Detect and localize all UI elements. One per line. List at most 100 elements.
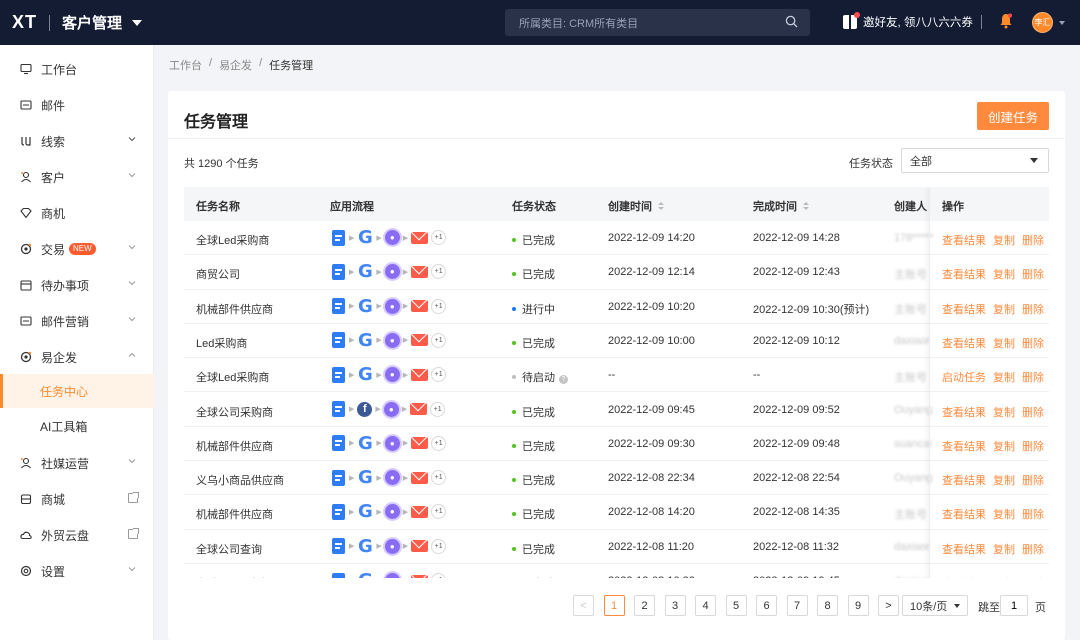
delete-link[interactable]: 删除 [1022, 269, 1044, 281]
status-filter-select[interactable]: 全部 [901, 148, 1049, 173]
sidebar-item-leads[interactable]: 线索 [0, 124, 154, 158]
user-avatar[interactable]: 李汇 [1032, 12, 1053, 33]
external-link-icon[interactable] [128, 492, 139, 503]
sidebar-item-trade[interactable]: 交易 NEW [0, 232, 154, 266]
page-button[interactable]: 1 [603, 595, 625, 616]
delete-link[interactable]: 删除 [1022, 338, 1044, 350]
bell-icon[interactable] [1000, 13, 1012, 29]
sidebar-item-ai-toolbox[interactable]: AI工具箱 [0, 409, 154, 443]
task-name[interactable]: 全球Led采购商 [196, 232, 269, 248]
col-finished[interactable]: 完成时间 [753, 198, 809, 214]
copy-link[interactable]: 复制 [993, 235, 1015, 247]
page-size-select[interactable]: 10条/页 [902, 595, 968, 616]
breadcrumb-item[interactable]: 工作台 [169, 57, 202, 73]
next-page-button[interactable]: > [878, 595, 899, 616]
sidebar-item-task-center[interactable]: 任务中心 [0, 374, 154, 408]
delete-link[interactable]: 删除 [1022, 372, 1044, 384]
sort-icon[interactable] [658, 202, 664, 210]
sidebar-item-customer[interactable]: 客户 [0, 160, 154, 194]
view-result-link[interactable]: 查看结果 [942, 235, 986, 247]
task-name[interactable]: 义乌小商品供应商 [196, 472, 284, 488]
view-result-link[interactable]: 查看结果 [942, 407, 986, 419]
delete-link[interactable]: 删除 [1022, 509, 1044, 521]
view-result-link[interactable]: 查看结果 [942, 304, 986, 316]
sidebar-item-shop[interactable]: 商城 [0, 482, 154, 516]
more-apps-badge[interactable]: +1 [431, 573, 447, 578]
more-apps-badge[interactable]: +1 [431, 367, 447, 383]
sidebar-item-yiqifa[interactable]: 易企发 [0, 340, 154, 374]
delete-link[interactable]: 删除 [1022, 441, 1044, 453]
search-icon[interactable] [785, 15, 798, 28]
more-apps-badge[interactable]: +1 [431, 264, 447, 280]
delete-link[interactable]: 删除 [1022, 304, 1044, 316]
page-button[interactable]: 4 [695, 595, 716, 616]
sort-icon[interactable] [803, 202, 809, 210]
breadcrumb-item[interactable]: 易企发 [219, 57, 252, 73]
view-result-link[interactable]: 查看结果 [942, 338, 986, 350]
delete-link[interactable]: 删除 [1022, 475, 1044, 487]
more-apps-badge[interactable]: +1 [431, 538, 447, 554]
sidebar-item-workbench[interactable]: 工作台 [0, 52, 154, 86]
task-name[interactable]: Led采购商 [196, 335, 247, 351]
more-apps-badge[interactable]: +1 [431, 504, 447, 520]
more-apps-badge[interactable]: +1 [431, 435, 447, 451]
sidebar-item-mail-marketing[interactable]: 邮件营销 [0, 304, 154, 338]
delete-link[interactable]: 删除 [1022, 407, 1044, 419]
copy-link[interactable]: 复制 [993, 269, 1015, 281]
copy-link[interactable]: 复制 [993, 338, 1015, 350]
page-button[interactable]: 5 [725, 595, 747, 616]
task-name[interactable]: 全球Led采购商 [196, 575, 269, 578]
view-result-link[interactable]: 查看结果 [942, 544, 986, 556]
page-button[interactable]: 6 [756, 595, 777, 616]
view-result-link[interactable]: 查看结果 [942, 441, 986, 453]
page-button[interactable]: 9 [847, 595, 869, 616]
view-result-link[interactable]: 查看结果 [942, 509, 986, 521]
delete-link[interactable]: 删除 [1022, 235, 1044, 247]
sidebar-item-todo[interactable]: 待办事项 [0, 268, 154, 302]
sidebar-item-opportunity[interactable]: 商机 [0, 196, 154, 230]
sidebar-item-cloud-drive[interactable]: 外贸云盘 [0, 518, 154, 552]
page-button[interactable]: 2 [634, 595, 655, 616]
sidebar-item-mail[interactable]: 邮件 [0, 88, 154, 122]
task-name[interactable]: 机械部件供应商 [196, 438, 273, 454]
jump-page-input[interactable] [1000, 595, 1028, 616]
sidebar-item-social[interactable]: 社媒运营 [0, 446, 154, 480]
task-name[interactable]: 商贸公司 [196, 266, 240, 282]
external-link-icon[interactable] [128, 528, 139, 539]
create-task-button[interactable]: 创建任务 [977, 102, 1049, 130]
table-row: 全球公司采购商 ▶ f ▶ ● ▶ +1 已完成 2022-12-09 09:45 2022-12… [184, 393, 1049, 427]
delete-link[interactable]: 删除 [1022, 544, 1044, 556]
page-button[interactable]: 7 [786, 595, 808, 616]
task-name[interactable]: 机械部件供应商 [196, 301, 273, 317]
task-name[interactable]: 机械部件供应商 [196, 506, 273, 522]
copy-link[interactable]: 复制 [993, 304, 1015, 316]
more-apps-badge[interactable]: +1 [431, 332, 447, 348]
view-result-link[interactable]: 查看结果 [942, 475, 986, 487]
sidebar-item-settings[interactable]: 设置 [0, 554, 154, 588]
app-logo[interactable]: XT [12, 12, 37, 33]
copy-link[interactable]: 复制 [993, 475, 1015, 487]
invite-promo[interactable]: 邀好友, 领八八六六券 [843, 12, 973, 30]
task-name[interactable]: 全球公司采购商 [196, 404, 273, 420]
more-apps-badge[interactable]: +1 [430, 401, 446, 417]
prev-page-button[interactable]: < [573, 595, 594, 616]
copy-link[interactable]: 复制 [993, 509, 1015, 521]
copy-link[interactable]: 复制 [993, 544, 1015, 556]
copy-link[interactable]: 复制 [993, 372, 1015, 384]
help-icon[interactable]: ? [559, 375, 568, 385]
task-name[interactable]: 全球Led采购商 [196, 369, 269, 385]
more-apps-badge[interactable]: +1 [431, 470, 447, 486]
more-apps-badge[interactable]: +1 [431, 298, 447, 314]
page-button[interactable]: 8 [817, 595, 838, 616]
task-name[interactable]: 全球公司查询 [196, 541, 262, 557]
page-button[interactable]: 3 [664, 595, 686, 616]
view-result-link[interactable]: 查看结果 [942, 269, 986, 281]
col-created[interactable]: 创建时间 [608, 198, 664, 214]
module-switcher[interactable]: 客户管理 [62, 12, 143, 33]
view-result-link[interactable]: 启动任务 [942, 372, 986, 384]
avatar-caret-icon[interactable] [1059, 21, 1065, 25]
copy-link[interactable]: 复制 [993, 441, 1015, 453]
more-apps-badge[interactable]: +1 [431, 230, 447, 245]
copy-link[interactable]: 复制 [993, 407, 1015, 419]
category-search-input[interactable]: 所属类目: CRM所有类目 [505, 9, 810, 36]
